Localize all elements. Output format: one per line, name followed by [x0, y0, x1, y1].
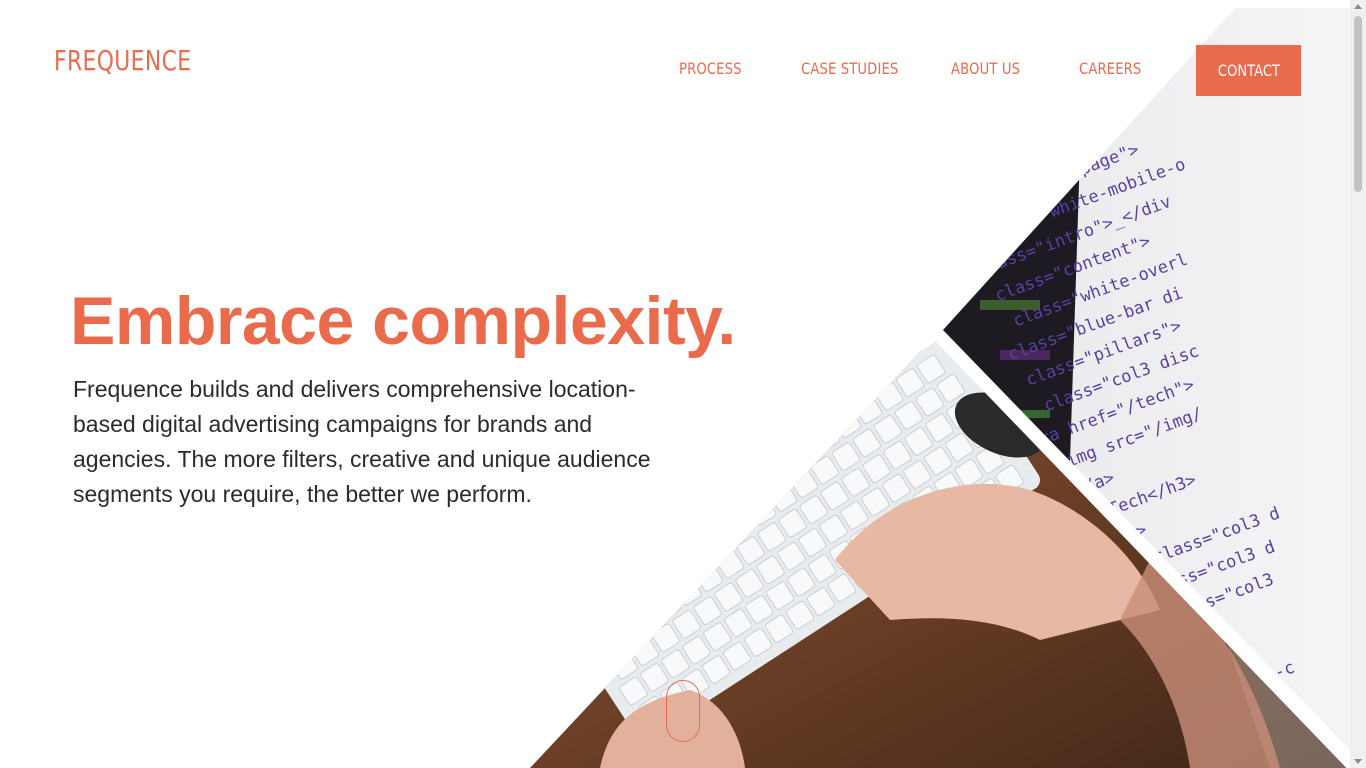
scroll-down-arrow-icon[interactable] — [1354, 759, 1362, 764]
keyboard-key — [644, 531, 673, 561]
keyboard-key — [665, 518, 694, 547]
keyboard-key — [770, 450, 799, 479]
scroll-up-arrow-icon[interactable] — [1354, 4, 1362, 9]
nav-link-careers[interactable]: CAREERS — [1079, 45, 1141, 96]
page-scrollbar[interactable] — [1350, 0, 1366, 768]
keyboard-key — [707, 490, 736, 520]
contact-button-label: CONTACT — [1217, 61, 1280, 80]
keyboard-key — [589, 631, 619, 661]
keyboard-key — [601, 591, 630, 621]
keyboard-key — [664, 551, 693, 580]
keyboard-key — [643, 564, 672, 594]
keyboard-key — [749, 463, 778, 493]
nav-link-case-studies[interactable]: CASE STUDIES — [801, 45, 898, 96]
scrollbar-thumb[interactable] — [1354, 16, 1362, 192]
keyboard-key — [686, 504, 715, 534]
code-line-text: </nav> — [949, 123, 1014, 163]
primary-nav: PROCESS CASE STUDIES ABOUT US CAREERS — [0, 45, 1366, 96]
keyboard-key — [631, 604, 661, 633]
scroll-down-indicator[interactable] — [666, 680, 700, 742]
keyboard-key — [791, 436, 820, 466]
nav-link-about-us[interactable]: ABOUT US — [951, 45, 1020, 96]
keyboard-key — [623, 545, 652, 574]
nav-link-process[interactable]: PROCESS — [679, 45, 742, 96]
keyboard-key — [622, 578, 651, 607]
hero-title: Embrace complexity. — [70, 283, 736, 359]
keyboard-key — [685, 537, 714, 567]
keyboard-key — [728, 477, 757, 506]
contact-button[interactable]: CONTACT — [1196, 45, 1301, 96]
keyboard-key — [581, 572, 610, 602]
keyboard-key — [560, 586, 589, 615]
keyboard-key — [610, 617, 640, 647]
hero-description: Frequence builds and delivers comprehens… — [73, 376, 651, 507]
keyboard-key — [580, 605, 609, 635]
code-line-text: main"> — [944, 156, 1009, 196]
keyboard-key — [706, 523, 735, 553]
keyboard-key — [602, 558, 631, 588]
